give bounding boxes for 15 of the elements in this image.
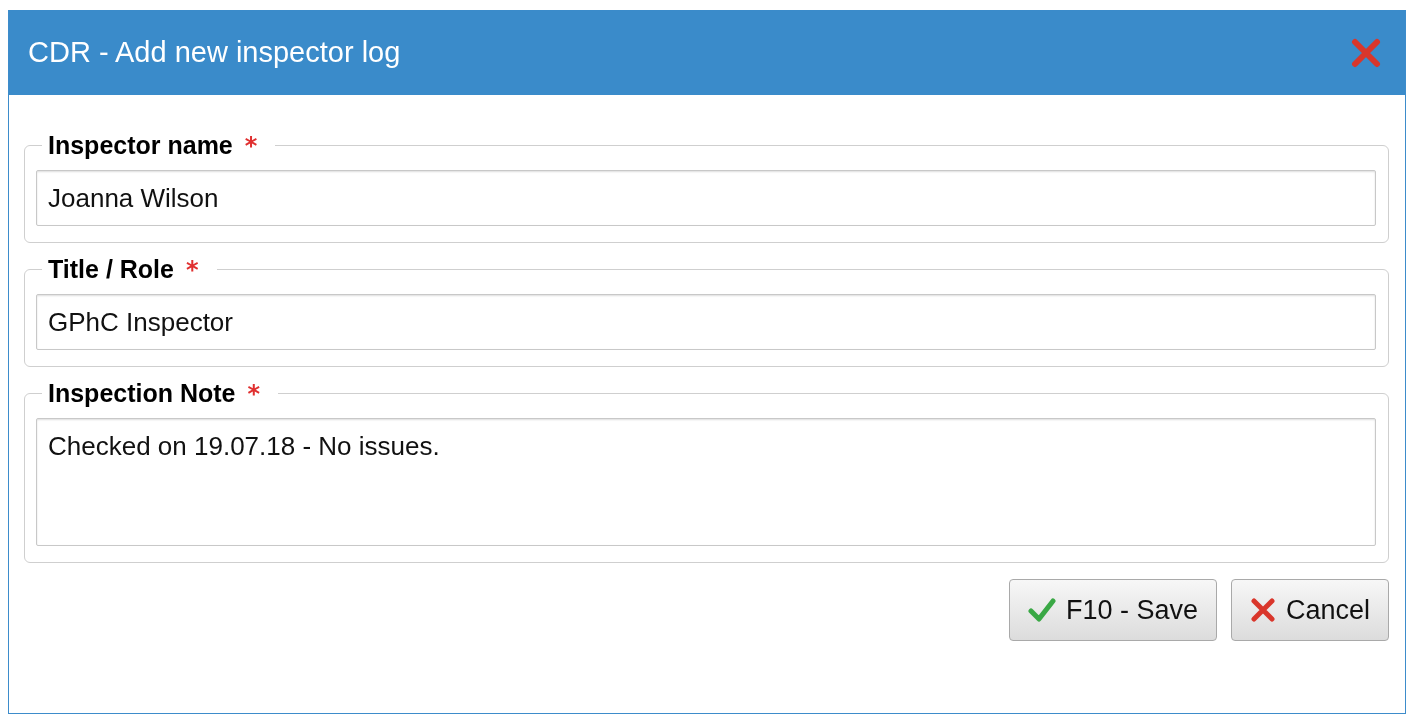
input-field[interactable]: GPhC Inspector bbox=[36, 294, 1376, 350]
field-label: Inspection Note bbox=[48, 379, 236, 408]
save-button[interactable]: F10 - Save bbox=[1008, 579, 1217, 641]
required-mark: * bbox=[185, 255, 199, 284]
close-icon bbox=[1249, 597, 1276, 623]
required-mark: * bbox=[247, 379, 261, 408]
required-mark: * bbox=[244, 131, 258, 160]
window-title: CDR - Add new inspector log bbox=[28, 36, 401, 69]
check-icon bbox=[1027, 597, 1056, 623]
cancel-button[interactable]: Cancel bbox=[1230, 579, 1389, 641]
close-icon[interactable] bbox=[1351, 37, 1381, 68]
text-area[interactable]: Checked on 19.07.18 - No issues. bbox=[36, 418, 1376, 546]
field-label: Title / Role bbox=[48, 255, 174, 284]
input-field[interactable]: Joanna Wilson bbox=[36, 170, 1376, 226]
field-label: Inspector name bbox=[48, 131, 233, 160]
